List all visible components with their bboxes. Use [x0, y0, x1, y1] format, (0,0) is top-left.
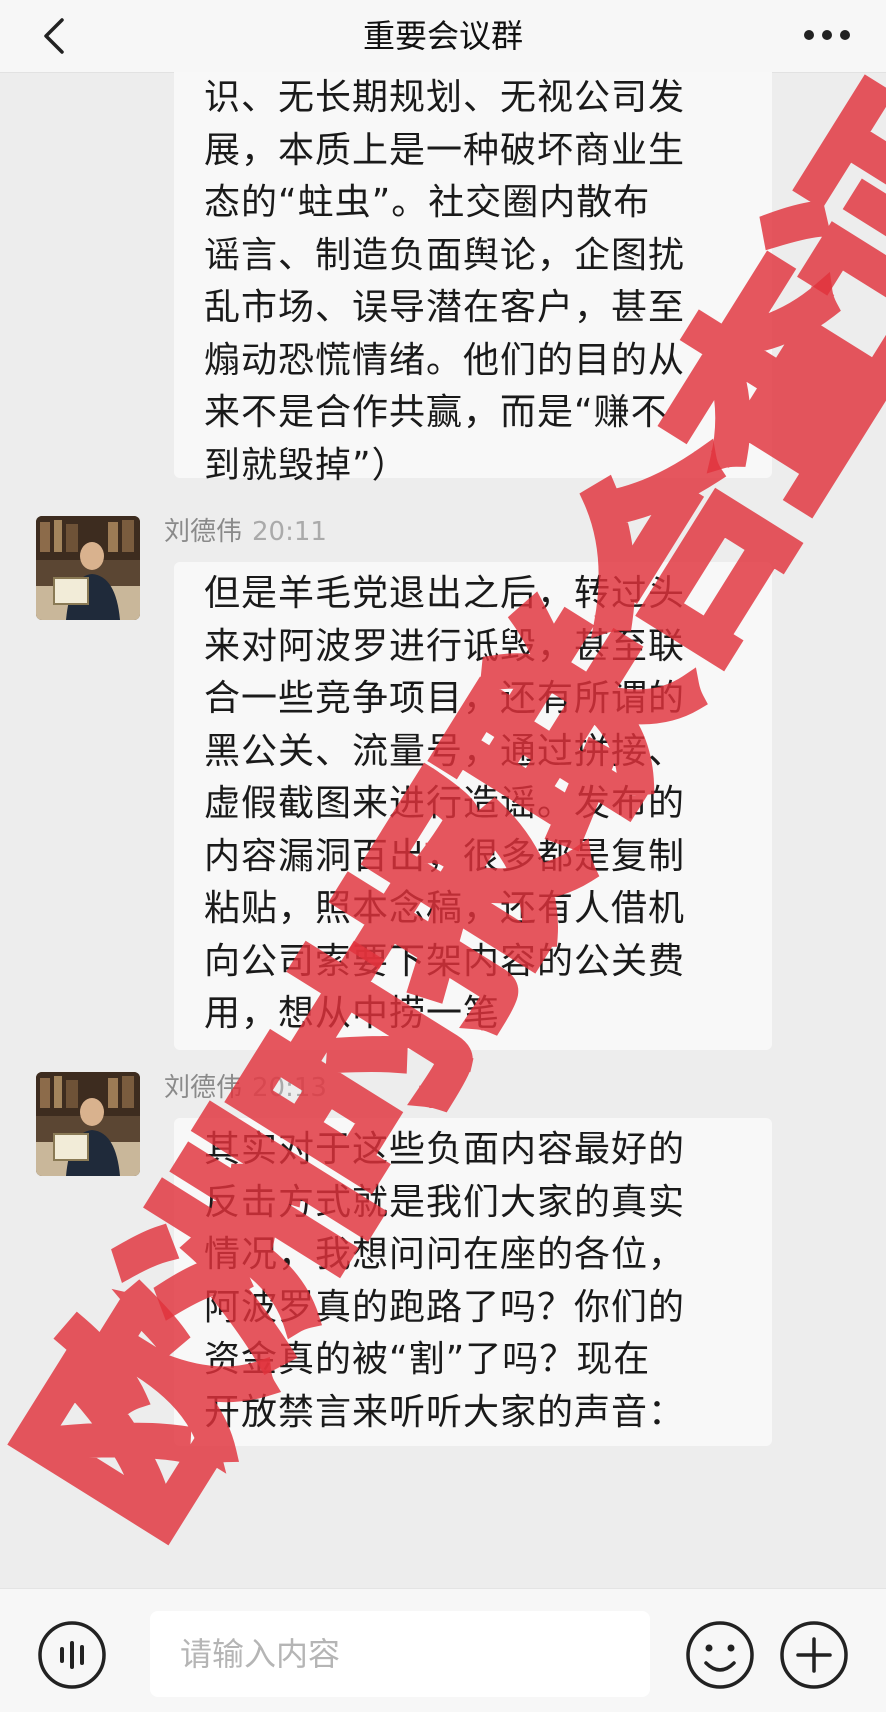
message-time: 20:13 [252, 1073, 327, 1103]
plus-circle-icon[interactable] [778, 1619, 850, 1691]
avatar[interactable] [36, 1072, 140, 1176]
chat-title: 重要会议群 [362, 17, 523, 55]
sender-name: 刘德伟 [164, 517, 243, 547]
message-input[interactable]: 请输入内容 [150, 1611, 650, 1697]
smiley-icon[interactable] [684, 1619, 756, 1691]
input-bar: 请输入内容 [0, 1588, 886, 1712]
message-bubble: 其实对于这些负面内容最好的 反击方式就是我们大家的真实 情况，我想问问在座的各位… [174, 1118, 772, 1446]
sender-name: 刘德伟 [164, 1073, 243, 1103]
message-list[interactable]: 识、无长期规划、无视公司发 展，本质上是一种破坏商业生 态的“蛀虫”。社交圈内散… [0, 72, 886, 1588]
voice-icon[interactable] [36, 1619, 108, 1691]
chat-header: 重要会议群 [0, 0, 886, 73]
message-time: 20:11 [252, 517, 327, 547]
avatar[interactable] [36, 516, 140, 620]
message-bubble: 识、无长期规划、无视公司发 展，本质上是一种破坏商业生 态的“蛀虫”。社交圈内散… [174, 72, 772, 486]
sender-line: 刘德伟 20:11 [164, 514, 327, 550]
sender-line: 刘德伟 20:13 [164, 1070, 327, 1106]
ellipsis-icon[interactable] [802, 24, 852, 46]
message-bubble: 但是羊毛党退出之后，转过头 来对阿波罗进行诋毁，甚至联 合一些竞争项目，还有所谓… [174, 562, 772, 1050]
